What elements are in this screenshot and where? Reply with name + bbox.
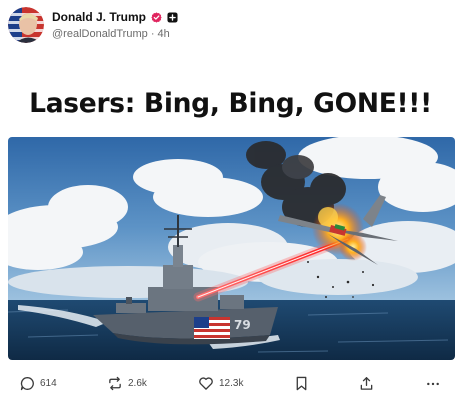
share-button[interactable] (359, 372, 374, 394)
bookmark-button[interactable] (295, 372, 308, 394)
plus-badge-icon (167, 11, 178, 23)
post-image[interactable]: 79 (8, 137, 455, 360)
reply-button[interactable]: 614 (20, 372, 57, 394)
like-count: 12.3k (219, 377, 244, 389)
action-bar: 614 2.6k 12.3k (0, 372, 461, 394)
reply-icon (20, 376, 34, 390)
avatar[interactable] (8, 7, 44, 43)
author-row: Donald J. Trump (52, 10, 178, 24)
repost-button[interactable]: 2.6k (107, 372, 147, 394)
reply-count: 614 (40, 377, 57, 389)
repost-count: 2.6k (128, 377, 147, 389)
author-name[interactable]: Donald J. Trump (52, 10, 146, 24)
hull-number: 79 (234, 318, 251, 332)
handle-row: @realDonaldTrump · 4h (52, 28, 170, 40)
like-button[interactable]: 12.3k (198, 372, 243, 394)
post-time[interactable]: 4h (158, 28, 170, 40)
more-button[interactable] (425, 372, 441, 394)
separator: · (150, 28, 155, 40)
author-handle[interactable]: @realDonaldTrump (52, 28, 148, 40)
verified-badge-icon (151, 11, 162, 23)
repost-icon (109, 376, 121, 390)
more-icon (427, 382, 439, 385)
bookmark-icon (296, 376, 307, 390)
post-header: Donald J. Trump @realDonaldTrump · 4h (8, 7, 448, 45)
like-icon (199, 376, 213, 390)
share-icon (360, 376, 373, 390)
post-text: Lasers: Bing, Bing, GONE!!! (0, 88, 461, 119)
headline: Lasers: Bing, Bing, GONE!!! (29, 88, 432, 119)
